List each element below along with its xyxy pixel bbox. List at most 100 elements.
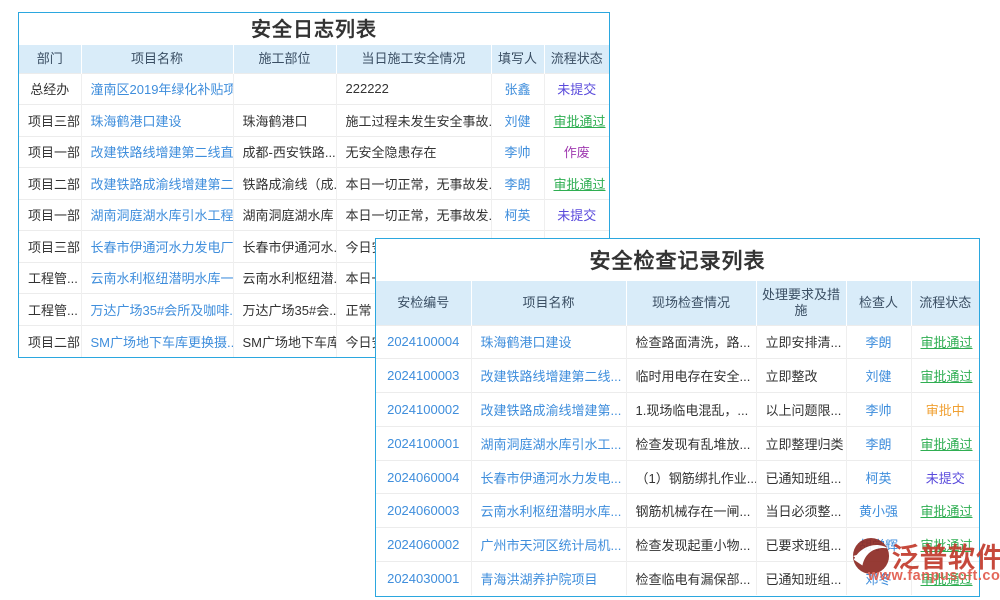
check-id-link[interactable]: 2024060002	[376, 528, 471, 562]
table-row: 2024100004 珠海鹤港口建设 检查路面清洗，路... 立即安排清... …	[376, 325, 979, 359]
check-id-link[interactable]: 2024100004	[376, 325, 471, 359]
check-id-link[interactable]: 2024100002	[376, 393, 471, 427]
project-link[interactable]: 改建铁路成渝线增建第二...	[81, 168, 233, 200]
col-header-writer: 填写人	[491, 45, 544, 73]
check-id-link[interactable]: 2024060004	[376, 460, 471, 494]
project-link[interactable]: 改建铁路线增建第二线...	[471, 359, 626, 393]
status-cell[interactable]: 未提交	[544, 73, 609, 105]
status-cell[interactable]: 审批通过	[911, 528, 979, 562]
dept-cell: 工程管...	[19, 294, 81, 326]
inspector-link[interactable]: 李朗	[846, 325, 911, 359]
col-header-status: 流程状态	[911, 281, 979, 325]
project-link[interactable]: 湖南洞庭湖水库引水工程...	[81, 199, 233, 231]
part-cell: 万达广场35#会...	[233, 294, 336, 326]
project-link[interactable]: 潼南区2019年绿化补贴项...	[81, 73, 233, 105]
measure-cell: 已通知班组...	[756, 460, 846, 494]
status-cell[interactable]: 作废	[544, 136, 609, 168]
status-cell[interactable]: 审批通过	[544, 168, 609, 200]
part-cell: 湖南洞庭湖水库	[233, 199, 336, 231]
safety-check-panel: 安全检查记录列表 安检编号 项目名称 现场检查情况 处理要求及措施 检查人 流程…	[375, 238, 980, 597]
col-header-situation: 当日施工安全情况	[336, 45, 491, 73]
situation-cell: 本日一切正常，无事故发...	[336, 168, 491, 200]
status-cell[interactable]: 审批中	[911, 393, 979, 427]
col-header-status: 流程状态	[544, 45, 609, 73]
status-cell[interactable]: 审批通过	[911, 359, 979, 393]
project-link[interactable]: 长春市伊通河水力发电...	[471, 460, 626, 494]
inspector-link[interactable]: 柯英	[846, 460, 911, 494]
project-link[interactable]: 云南水利枢纽潜明水库一...	[81, 262, 233, 294]
dept-cell: 项目二部	[19, 325, 81, 357]
inspection-cell: 检查发现起重小物...	[626, 528, 756, 562]
col-header-check-id: 安检编号	[376, 281, 471, 325]
col-header-project: 项目名称	[471, 281, 626, 325]
inspector-link[interactable]: 邓冬	[846, 562, 911, 596]
table-row: 2024060003 云南水利枢纽潜明水库... 钢筋机械存在一闸... 当日必…	[376, 494, 979, 528]
project-link[interactable]: 万达广场35#会所及咖啡...	[81, 294, 233, 326]
writer-link[interactable]: 李帅	[491, 136, 544, 168]
inspection-cell: （1）钢筋绑扎作业...	[626, 460, 756, 494]
table-row: 2024060004 长春市伊通河水力发电... （1）钢筋绑扎作业... 已通…	[376, 460, 979, 494]
project-link[interactable]: 广州市天河区统计局机...	[471, 528, 626, 562]
inspector-link[interactable]: 胡学辉	[846, 528, 911, 562]
status-cell[interactable]: 未提交	[544, 199, 609, 231]
inspection-cell: 钢筋机械存在一闸...	[626, 494, 756, 528]
check-id-link[interactable]: 2024100003	[376, 359, 471, 393]
writer-link[interactable]: 刘健	[491, 105, 544, 137]
inspection-cell: 检查路面清洗，路...	[626, 325, 756, 359]
writer-link[interactable]: 张鑫	[491, 73, 544, 105]
measure-cell: 当日必须整...	[756, 494, 846, 528]
inspection-cell: 检查发现有乱堆放...	[626, 426, 756, 460]
inspection-cell: 检查临电有漏保部...	[626, 562, 756, 596]
project-link[interactable]: 珠海鹤港口建设	[471, 325, 626, 359]
project-link[interactable]: 湖南洞庭湖水库引水工...	[471, 426, 626, 460]
table-row: 项目一部 湖南洞庭湖水库引水工程... 湖南洞庭湖水库 本日一切正常，无事故发.…	[19, 199, 609, 231]
check-id-link[interactable]: 2024060003	[376, 494, 471, 528]
situation-cell: 本日一切正常，无事故发...	[336, 199, 491, 231]
inspector-link[interactable]: 李帅	[846, 393, 911, 427]
part-cell: 云南水利枢纽潜...	[233, 262, 336, 294]
col-header-part: 施工部位	[233, 45, 336, 73]
status-cell[interactable]: 审批通过	[544, 105, 609, 137]
project-link[interactable]: 珠海鹤港口建设	[81, 105, 233, 137]
project-link[interactable]: 长春市伊通河水力发电厂...	[81, 231, 233, 263]
safety-log-title: 安全日志列表	[19, 13, 609, 45]
project-link[interactable]: 云南水利枢纽潜明水库...	[471, 494, 626, 528]
situation-cell: 施工过程未发生安全事故...	[336, 105, 491, 137]
safety-check-title: 安全检查记录列表	[376, 239, 979, 281]
col-header-measure: 处理要求及措施	[756, 281, 846, 325]
status-cell[interactable]: 审批通过	[911, 494, 979, 528]
inspector-link[interactable]: 李朗	[846, 426, 911, 460]
project-link[interactable]: 青海洪湖养护院项目	[471, 562, 626, 596]
inspector-link[interactable]: 刘健	[846, 359, 911, 393]
measure-cell: 已通知班组...	[756, 562, 846, 596]
status-cell[interactable]: 审批通过	[911, 562, 979, 596]
project-link[interactable]: 改建铁路线增建第二线直...	[81, 136, 233, 168]
dept-cell: 项目二部	[19, 168, 81, 200]
inspector-link[interactable]: 黄小强	[846, 494, 911, 528]
measure-cell: 已要求班组...	[756, 528, 846, 562]
situation-cell: 222222	[336, 73, 491, 105]
measure-cell: 立即整理归类	[756, 426, 846, 460]
table-row: 项目三部 珠海鹤港口建设 珠海鹤港口 施工过程未发生安全事故... 刘健 审批通…	[19, 105, 609, 137]
safety-log-header-row: 部门 项目名称 施工部位 当日施工安全情况 填写人 流程状态	[19, 45, 609, 73]
check-id-link[interactable]: 2024030001	[376, 562, 471, 596]
check-id-link[interactable]: 2024100001	[376, 426, 471, 460]
table-row: 项目二部 改建铁路成渝线增建第二... 铁路成渝线（成... 本日一切正常，无事…	[19, 168, 609, 200]
measure-cell: 立即安排清...	[756, 325, 846, 359]
writer-link[interactable]: 李朗	[491, 168, 544, 200]
dept-cell: 总经办	[19, 73, 81, 105]
status-cell[interactable]: 未提交	[911, 460, 979, 494]
part-cell: 铁路成渝线（成...	[233, 168, 336, 200]
inspection-cell: 1.现场临电混乱，...	[626, 393, 756, 427]
project-link[interactable]: SM广场地下车库更换摄...	[81, 325, 233, 357]
project-link[interactable]: 改建铁路成渝线增建第...	[471, 393, 626, 427]
inspection-cell: 临时用电存在安全...	[626, 359, 756, 393]
status-cell[interactable]: 审批通过	[911, 426, 979, 460]
col-header-inspection: 现场检查情况	[626, 281, 756, 325]
safety-check-header-row: 安检编号 项目名称 现场检查情况 处理要求及措施 检查人 流程状态	[376, 281, 979, 325]
table-row: 2024030001 青海洪湖养护院项目 检查临电有漏保部... 已通知班组..…	[376, 562, 979, 596]
writer-link[interactable]: 柯英	[491, 199, 544, 231]
status-cell[interactable]: 审批通过	[911, 325, 979, 359]
table-row: 总经办 潼南区2019年绿化补贴项... 222222 张鑫 未提交	[19, 73, 609, 105]
part-cell: SM广场地下车库	[233, 325, 336, 357]
